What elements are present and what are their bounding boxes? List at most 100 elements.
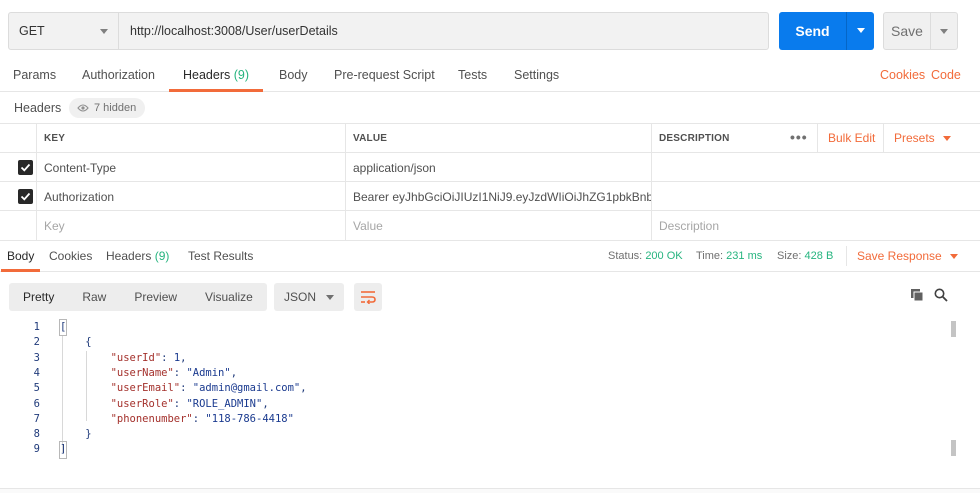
url-text: http://localhost:3008/User/userDetails (130, 24, 338, 38)
tab-label: Headers (183, 68, 231, 82)
header-description[interactable] (651, 182, 980, 211)
send-button[interactable]: Send (779, 12, 846, 50)
json-key: "userName" (110, 366, 174, 379)
json-key: "phonenumber" (110, 412, 193, 425)
chevron-down-icon (100, 29, 108, 34)
eye-icon (77, 104, 89, 112)
new-key-input[interactable]: Key (36, 211, 346, 240)
presets-dropdown[interactable]: Presets (883, 124, 951, 153)
cookies-link[interactable]: Cookies (880, 60, 925, 92)
code-link[interactable]: Code (931, 60, 961, 92)
tab-body[interactable]: Body (279, 60, 308, 92)
response-status: Status: 200 OK (608, 241, 683, 272)
tab-label: Settings (514, 68, 560, 82)
header-key[interactable]: Content-Type (36, 153, 346, 182)
chevron-down-icon (326, 295, 334, 300)
view-preview[interactable]: Preview (120, 283, 191, 311)
json-key: "userEmail" (110, 382, 181, 395)
size-value: 428 B (804, 250, 834, 262)
column-description: DESCRIPTION (651, 124, 781, 153)
status-label: Status: (608, 250, 643, 262)
method-label: GET (19, 24, 45, 38)
request-tabs: Params Authorization Headers (9) Body Pr… (0, 60, 980, 92)
save-response-dropdown[interactable]: Save Response (846, 246, 958, 266)
line-number: 7 (33, 412, 40, 425)
hidden-count: 7 hidden (94, 102, 137, 114)
save-options-button[interactable] (930, 12, 958, 50)
code-line: { (60, 336, 92, 349)
code-line: "userName": "Admin", (110, 366, 238, 379)
hidden-headers-toggle[interactable]: 7 hidden (69, 98, 146, 118)
bulk-edit-link[interactable]: Bulk Edit (817, 124, 875, 153)
json-key: "userId" (110, 351, 162, 364)
header-value[interactable]: application/json (345, 153, 651, 182)
check-icon (20, 163, 31, 172)
wrap-icon (361, 291, 376, 304)
scrollbar-thumb[interactable] (951, 321, 956, 337)
tab-headers[interactable]: Headers (9) (169, 60, 264, 92)
chevron-down-icon (857, 28, 865, 33)
tab-response-cookies[interactable]: Cookies (49, 241, 92, 272)
tab-label: Body (279, 68, 308, 82)
tab-pre-request-script[interactable]: Pre-request Script (334, 60, 435, 92)
save-response-label: Save Response (857, 249, 942, 263)
scrollbar-thumb[interactable] (951, 440, 956, 456)
view-raw[interactable]: Raw (68, 283, 120, 311)
save-button[interactable]: Save (883, 12, 931, 50)
table-row: Authorization Bearer eyJhbGciOiJIUzI1NiJ… (0, 181, 980, 211)
line-number: 4 (33, 366, 40, 379)
tab-count: (9) (154, 249, 170, 263)
code-line: } (60, 428, 92, 441)
tab-response-body[interactable]: Body (1, 241, 41, 272)
tab-test-results[interactable]: Test Results (188, 241, 253, 272)
column-key: KEY (36, 124, 346, 153)
format-select[interactable]: JSON (274, 283, 344, 311)
response-body-viewer[interactable]: 1 [ 2 { 3 "userId": 1, 4 "userName": "Ad… (0, 318, 960, 470)
tab-response-headers[interactable]: Headers (9) (106, 241, 169, 272)
tab-label: Tests (458, 68, 488, 82)
json-value: "ROLE_ADMIN" (186, 397, 263, 410)
chevron-down-icon (940, 29, 948, 34)
url-input[interactable]: http://localhost:3008/User/userDetails (118, 12, 769, 50)
tab-authorization[interactable]: Authorization (82, 60, 155, 92)
search-icon[interactable] (934, 288, 948, 302)
headers-bar: Headers 7 hidden (0, 93, 980, 123)
header-value[interactable]: Bearer eyJhbGciOiJIUzI1NiJ9.eyJzdWIiOiJh… (345, 182, 651, 211)
wrap-lines-button[interactable] (354, 283, 382, 311)
header-description[interactable] (651, 153, 980, 182)
new-description-input[interactable]: Description (651, 211, 980, 240)
row-checkbox[interactable] (18, 160, 33, 175)
line-number: 6 (33, 397, 40, 410)
code-line: ] (58, 441, 68, 459)
more-options-icon[interactable]: ••• (790, 124, 808, 153)
json-value: "Admin" (186, 366, 231, 379)
line-number: 9 (33, 443, 40, 456)
size-label: Size: (777, 250, 802, 262)
line-number: 5 (33, 382, 40, 395)
view-visualize[interactable]: Visualize (191, 283, 267, 311)
code-line: [ (58, 318, 68, 337)
status-bar (0, 488, 980, 493)
check-icon (20, 192, 31, 201)
line-number: 3 (33, 351, 40, 364)
code-line: "userRole": "ROLE_ADMIN", (110, 397, 269, 410)
table-header-row: KEY VALUE DESCRIPTION ••• Bulk Edit Pres… (0, 123, 980, 153)
send-options-button[interactable] (846, 12, 874, 50)
response-tabs: Body Cookies Headers (9) Test Results St… (0, 240, 980, 272)
view-pretty[interactable]: Pretty (9, 283, 68, 311)
response-time: Time: 231 ms (696, 241, 762, 272)
method-select[interactable]: GET (8, 12, 119, 50)
tab-label: Authorization (82, 68, 155, 82)
tab-params[interactable]: Params (13, 60, 56, 92)
copy-icon[interactable] (910, 288, 924, 302)
json-value: 1 (173, 351, 181, 364)
row-checkbox[interactable] (18, 189, 33, 204)
header-key[interactable]: Authorization (36, 182, 346, 211)
line-number: 8 (33, 428, 40, 441)
tab-settings[interactable]: Settings (514, 60, 559, 92)
tab-label: Headers (106, 249, 152, 263)
json-value: "118-786-4418" (205, 412, 294, 425)
response-size: Size: 428 B (777, 241, 833, 272)
tab-tests[interactable]: Tests (458, 60, 487, 92)
new-value-input[interactable]: Value (345, 211, 651, 240)
